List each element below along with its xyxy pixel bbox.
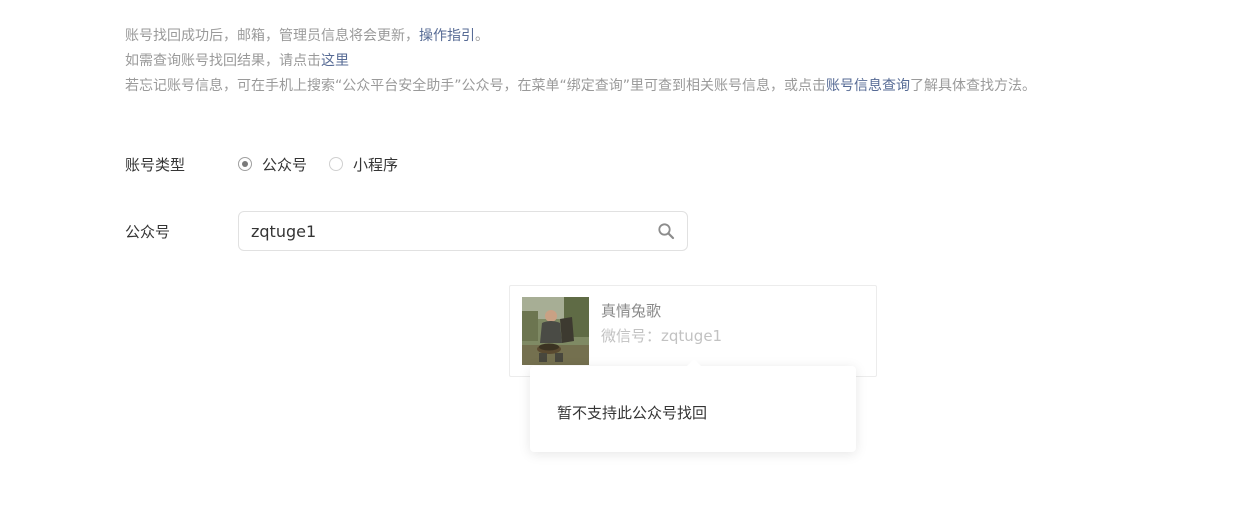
tip-line-1: 账号找回成功后，邮箱，管理员信息将会更新，操作指引。 <box>125 24 1036 49</box>
tip-line-1-text: 账号找回成功后，邮箱，管理员信息将会更新， <box>125 28 419 44</box>
unsupported-popover: 暂不支持此公众号找回 <box>530 359 856 452</box>
search-row: 公众号 <box>125 211 688 251</box>
tip-line-2-text: 如需查询账号找回结果，请点击 <box>125 53 321 69</box>
account-type-radio-group: 公众号 小程序 <box>238 154 420 175</box>
search-label: 公众号 <box>125 222 171 241</box>
wechat-id-label: 微信号： <box>601 327 662 345</box>
tips-block: 账号找回成功后，邮箱，管理员信息将会更新，操作指引。 如需查询账号找回结果，请点… <box>125 24 1036 99</box>
tip-line-1-end: 。 <box>475 28 489 44</box>
radio-official-account[interactable]: 公众号 <box>238 154 307 175</box>
here-link[interactable]: 这里 <box>321 53 349 69</box>
search-icon[interactable] <box>657 222 675 240</box>
tip-line-3: 若忘记账号信息，可在手机上搜索“公众平台安全助手”公众号，在菜单“绑定查询”里可… <box>125 74 1036 99</box>
account-info-query-link[interactable]: 账号信息查询 <box>826 78 910 94</box>
search-box <box>238 211 688 251</box>
account-name: 真情兔歌 <box>601 302 662 320</box>
search-input[interactable] <box>251 221 657 241</box>
account-type-row: 账号类型 公众号 小程序 <box>125 152 420 176</box>
tip-line-3-text: 若忘记账号信息，可在手机上搜索“公众平台安全助手”公众号，在菜单“绑定查询”里可… <box>125 78 827 94</box>
radio-mini-program-label: 小程序 <box>353 155 399 174</box>
radio-official-account-label: 公众号 <box>262 155 308 174</box>
account-avatar <box>522 297 589 365</box>
radio-official-account-dot[interactable] <box>238 157 252 171</box>
radio-mini-program-dot[interactable] <box>329 157 344 171</box>
radio-mini-program[interactable]: 小程序 <box>329 154 398 175</box>
guide-link[interactable]: 操作指引 <box>419 28 475 44</box>
popover-arrow <box>686 359 702 367</box>
wechat-id-value: zqtuge1 <box>661 327 723 345</box>
account-type-label: 账号类型 <box>125 155 186 174</box>
popover-message: 暂不支持此公众号找回 <box>557 404 708 422</box>
account-wechat-id: 微信号：zqtuge1 <box>601 325 722 346</box>
tip-line-3-end: 了解具体查找方法。 <box>910 78 1037 94</box>
tip-line-2: 如需查询账号找回结果，请点击这里 <box>125 49 1036 74</box>
